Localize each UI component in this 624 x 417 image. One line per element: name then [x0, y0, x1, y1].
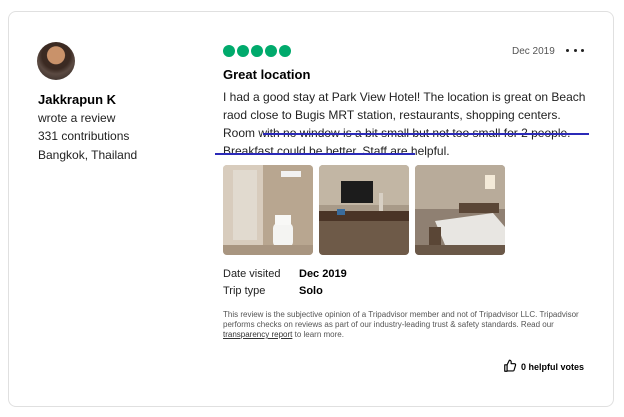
rating-bubble-5: [279, 45, 291, 57]
rating-bubbles: [223, 45, 291, 57]
disclaimer-text-before: This review is the subjective opinion of…: [223, 310, 579, 329]
transparency-report-link[interactable]: transparency report: [223, 330, 292, 339]
highlight-underline-1: [263, 133, 589, 135]
trip-type-value: Solo: [299, 285, 323, 297]
user-avatar[interactable]: [37, 42, 75, 80]
highlight-underline-2: [215, 153, 415, 155]
date-visited-value: Dec 2019: [299, 268, 347, 280]
bedroom-photo[interactable]: [415, 165, 505, 255]
room-tv-photo[interactable]: [319, 165, 409, 255]
user-contributions: 331 contributions: [38, 129, 130, 143]
rating-bubble-2: [237, 45, 249, 57]
review-disclaimer: This review is the subjective opinion of…: [223, 310, 593, 340]
review-text: I had a good stay at Park View Hotel! Th…: [223, 90, 586, 158]
user-action: wrote a review: [38, 111, 116, 125]
user-location: Bangkok, Thailand: [38, 148, 138, 162]
rating-bubble-3: [251, 45, 263, 57]
review-date: Dec 2019: [512, 46, 555, 57]
rating-bubble-4: [265, 45, 277, 57]
more-options-icon[interactable]: [566, 44, 584, 56]
trip-type-label: Trip type: [223, 285, 266, 297]
thumbs-up-icon: [503, 359, 517, 375]
bathroom-photo[interactable]: [223, 165, 313, 255]
helpful-votes-button[interactable]: 0 helpful votes: [503, 359, 584, 375]
disclaimer-text-after: to learn more.: [292, 330, 344, 339]
user-name[interactable]: Jakkrapun K: [38, 92, 116, 107]
review-title[interactable]: Great location: [223, 67, 310, 82]
date-visited-label: Date visited: [223, 268, 281, 280]
helpful-votes-count: 0 helpful votes: [521, 362, 585, 372]
rating-bubble-1: [223, 45, 235, 57]
